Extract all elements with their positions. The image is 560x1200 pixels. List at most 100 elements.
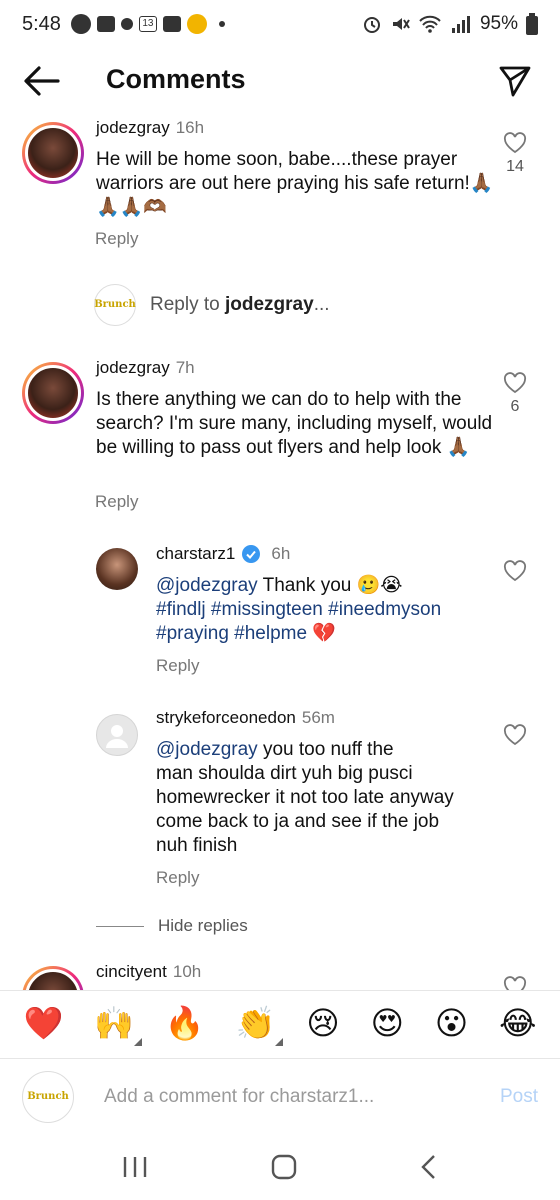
divider	[96, 925, 144, 927]
alarm-icon	[363, 17, 380, 33]
wifi-icon	[419, 15, 441, 33]
reply-button[interactable]: Reply	[95, 492, 138, 512]
avatar[interactable]	[96, 714, 138, 756]
like-count: 6	[510, 398, 520, 415]
avatar[interactable]	[22, 122, 84, 184]
emoji-heart-eyes[interactable]: 😍	[371, 1004, 404, 1042]
status-right: 95%	[362, 13, 538, 35]
reply-header: strykeforceonedon 56m	[156, 708, 335, 728]
like-button[interactable]: 6	[500, 372, 530, 416]
comment-text: Is there anything we can do to help with…	[96, 389, 493, 458]
heart-icon[interactable]	[503, 724, 527, 746]
comment-time: 7h	[175, 358, 195, 377]
reply-header: charstarz1 6h	[156, 544, 290, 564]
battery-percent: 95%	[479, 13, 518, 34]
comment-input[interactable]	[104, 1085, 490, 1108]
emoji-heart[interactable]: ❤️	[23, 1004, 63, 1042]
reply-to-input[interactable]: Reply to jodezgray...	[150, 294, 330, 316]
reply-text: @jodezgray you too nuff the man shoulda …	[156, 738, 496, 858]
reply-to-suffix: ...	[313, 294, 330, 315]
messenger-icon	[70, 14, 91, 34]
like-button[interactable]: 14	[500, 132, 530, 176]
reply-time: 56m	[301, 708, 335, 727]
verified-badge-icon	[242, 545, 261, 563]
comment-header: jodezgray 7h	[96, 358, 195, 378]
avatar[interactable]	[96, 548, 138, 590]
comment-username[interactable]: jodezgray	[96, 118, 170, 137]
reply-to-row[interactable]: Brunch Reply to jodezgray...	[94, 284, 330, 326]
reply-button[interactable]: Reply	[156, 868, 199, 888]
avatar[interactable]	[22, 362, 84, 424]
like-button[interactable]	[500, 724, 530, 746]
hide-replies-label: Hide replies	[158, 916, 248, 935]
emoji-surprised[interactable]: 😮	[435, 1004, 468, 1042]
system-nav-bar	[0, 1134, 560, 1200]
heart-icon[interactable]	[503, 560, 527, 582]
cell-signal-icon	[451, 16, 470, 33]
back-arrow-icon[interactable]	[22, 64, 62, 98]
emoji-laughing[interactable]: 😂	[499, 1004, 536, 1042]
brunch-logo-avatar: Brunch	[94, 284, 136, 326]
reply-username[interactable]: charstarz1	[156, 544, 235, 564]
reply-button[interactable]: Reply	[95, 229, 138, 249]
recent-apps-icon[interactable]	[121, 1154, 149, 1180]
home-icon[interactable]	[270, 1153, 298, 1181]
reply-button[interactable]: Reply	[156, 656, 199, 676]
avatar[interactable]	[22, 966, 84, 990]
comment-time: 10h	[172, 962, 202, 981]
share-send-icon[interactable]	[498, 64, 532, 98]
emoji-quick-bar: ❤️ 🙌 🔥 👏 😢 😍 😮 😂	[0, 990, 560, 1054]
like-button[interactable]	[500, 560, 530, 582]
default-avatar-icon	[106, 725, 128, 748]
app-icon	[162, 16, 181, 32]
mention-link[interactable]: @jodezgray	[156, 575, 258, 596]
reply-to-username: jodezgray	[224, 294, 314, 315]
reply-time: 6h	[271, 544, 291, 563]
calendar-icon: 13	[138, 16, 157, 32]
emoji-clapping[interactable]: 👏	[235, 1003, 284, 1046]
mention-link[interactable]: @jodezgray	[156, 739, 258, 760]
logo-text: Brunch	[94, 299, 136, 310]
comment-text: He will be home soon, babe....these pray…	[96, 149, 494, 218]
back-icon[interactable]	[419, 1153, 439, 1181]
emoji-fire[interactable]: 🔥	[165, 1004, 205, 1042]
comment-time: 16h	[175, 118, 205, 137]
page-title: Comments	[106, 64, 246, 94]
heart-icon[interactable]	[503, 372, 527, 394]
emoji-glyph: 👏	[235, 1003, 276, 1042]
emoji-glyph: 🙌	[94, 1003, 135, 1042]
heart-icon[interactable]	[503, 976, 527, 990]
comment-header: jodezgray 16h	[96, 118, 204, 138]
reply-text-line: you too nuff the	[257, 739, 394, 760]
status-time: 5:48	[22, 12, 61, 35]
reply-to-prefix: Reply to	[150, 294, 225, 315]
comment-header: cincityent 10h	[96, 962, 201, 982]
heart-icon[interactable]	[503, 132, 527, 154]
reply-text: @jodezgray Thank you 🥲😭 #findlj #missing…	[156, 574, 496, 646]
comment-item: cincityent 10h	[0, 962, 560, 990]
signal-dots-icon	[120, 18, 133, 30]
reply-text-line: homewrecker it not too late anyway	[156, 787, 454, 808]
reply-text-line: man shoulda dirt yuh big pusci	[156, 763, 413, 784]
comment-input-row: Brunch Post	[0, 1058, 560, 1134]
comment-username[interactable]: cincityent	[96, 962, 167, 981]
snapchat-icon	[186, 14, 207, 34]
logo-text: Brunch	[27, 1090, 69, 1102]
hashtags-line[interactable]: #findlj #missingteen #ineedmyson	[156, 599, 441, 620]
youtube-icon	[96, 16, 115, 32]
mute-icon	[392, 18, 410, 30]
comment-username[interactable]: jodezgray	[96, 358, 170, 377]
reply-text-line: nuh finish	[156, 835, 238, 856]
reply-text-part: Thank you 🥲😭	[257, 575, 403, 596]
emoji-crying[interactable]: 😢	[306, 1004, 339, 1042]
post-button[interactable]: Post	[500, 1086, 538, 1108]
reply-text-line: come back to ja and see if the job	[156, 811, 440, 832]
hashtags-line[interactable]: #praying #helpme	[156, 623, 307, 644]
more-notifications-icon	[218, 21, 225, 27]
user-avatar: Brunch	[22, 1070, 74, 1123]
reply-username[interactable]: strykeforceonedon	[156, 708, 296, 727]
like-count: 14	[506, 158, 524, 175]
reply-emoji: 💔	[307, 623, 336, 644]
emoji-raising-hands[interactable]: 🙌	[94, 1003, 143, 1046]
hide-replies-button[interactable]: Hide replies	[96, 916, 248, 936]
